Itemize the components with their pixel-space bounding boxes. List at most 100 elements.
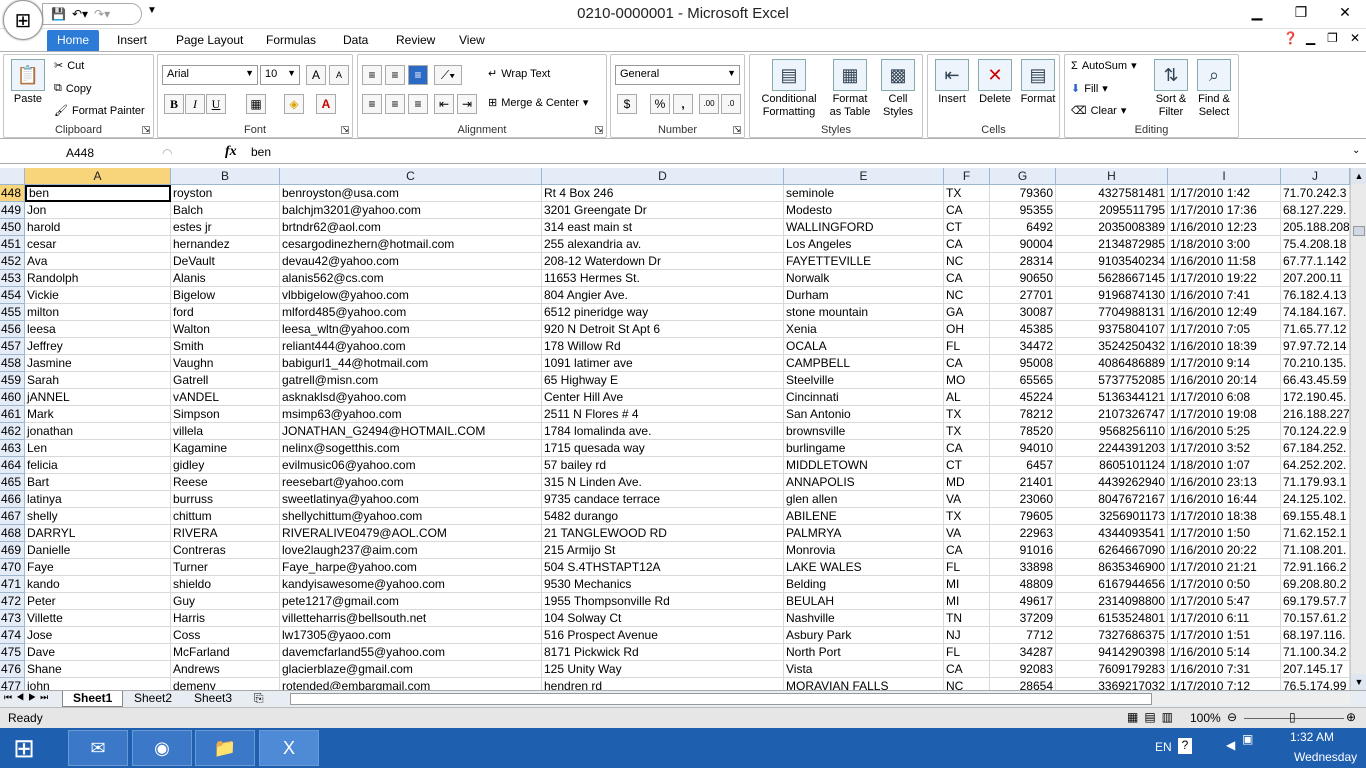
- cell[interactable]: Ava: [25, 253, 171, 270]
- column-header-h[interactable]: H: [1056, 168, 1168, 185]
- cell[interactable]: CA: [944, 355, 990, 372]
- shrink-font-button[interactable]: A: [329, 65, 349, 85]
- cell[interactable]: Peter: [25, 593, 171, 610]
- cell[interactable]: San Antonio: [784, 406, 944, 423]
- cell[interactable]: 45385: [990, 321, 1056, 338]
- tab-home[interactable]: Home: [47, 30, 100, 51]
- cell[interactable]: MI: [944, 576, 990, 593]
- cell[interactable]: 70.157.61.2: [1281, 610, 1350, 627]
- cell[interactable]: 21 TANGLEWOOD RD: [542, 525, 784, 542]
- taskbar-app-mail-icon[interactable]: ✉: [68, 730, 128, 766]
- cell[interactable]: glacierblaze@gmail.com: [280, 661, 542, 678]
- cell[interactable]: CT: [944, 457, 990, 474]
- paste-button[interactable]: 📋 Paste: [8, 59, 48, 106]
- cell[interactable]: Asbury Park: [784, 627, 944, 644]
- row-header[interactable]: 454: [0, 287, 25, 304]
- cell[interactable]: 3524250432: [1056, 338, 1168, 355]
- cell[interactable]: 208-12 Waterdown Dr: [542, 253, 784, 270]
- cell[interactable]: ANNAPOLIS: [784, 474, 944, 491]
- insert-sheet-icon[interactable]: ⎘: [254, 691, 264, 706]
- restore-button[interactable]: ❐: [1290, 4, 1312, 21]
- column-header-j[interactable]: J: [1281, 168, 1350, 185]
- cell[interactable]: 172.190.45.: [1281, 389, 1350, 406]
- row-header[interactable]: 473: [0, 610, 25, 627]
- formula-input[interactable]: ben: [251, 145, 271, 159]
- row-header[interactable]: 464: [0, 457, 25, 474]
- cell[interactable]: 1/16/2010 11:58: [1168, 253, 1281, 270]
- cell[interactable]: 1/18/2010 1:07: [1168, 457, 1281, 474]
- cell[interactable]: 2314098800: [1056, 593, 1168, 610]
- increase-indent-button[interactable]: ⇥: [457, 94, 477, 114]
- cell[interactable]: Center Hill Ave: [542, 389, 784, 406]
- cell[interactable]: 7609179283: [1056, 661, 1168, 678]
- row-header[interactable]: 465: [0, 474, 25, 491]
- cell[interactable]: 1/16/2010 5:25: [1168, 423, 1281, 440]
- cell[interactable]: LAKE WALES: [784, 559, 944, 576]
- cell[interactable]: 3201 Greengate Dr: [542, 202, 784, 219]
- cell[interactable]: Randolph: [25, 270, 171, 287]
- cell[interactable]: 1/17/2010 19:08: [1168, 406, 1281, 423]
- cell[interactable]: RIVERA: [171, 525, 280, 542]
- format-painter-button[interactable]: 🖌 Format Painter: [54, 104, 145, 118]
- decrease-indent-button[interactable]: ⇤: [434, 94, 454, 114]
- cell[interactable]: 4344093541: [1056, 525, 1168, 542]
- cell[interactable]: MO: [944, 372, 990, 389]
- taskbar-explorer-icon[interactable]: 📁: [195, 730, 255, 766]
- cell[interactable]: PALMRYA: [784, 525, 944, 542]
- underline-button[interactable]: U: [206, 94, 226, 114]
- cell[interactable]: 6153524801: [1056, 610, 1168, 627]
- cell[interactable]: TX: [944, 423, 990, 440]
- cell[interactable]: shieldo: [171, 576, 280, 593]
- cell[interactable]: 1/17/2010 1:42: [1168, 185, 1281, 202]
- cell[interactable]: 1/16/2010 20:14: [1168, 372, 1281, 389]
- cell[interactable]: 178 Willow Rd: [542, 338, 784, 355]
- sheet-tab-2[interactable]: Sheet2: [124, 691, 182, 707]
- cell[interactable]: 1/17/2010 6:11: [1168, 610, 1281, 627]
- cell[interactable]: milton: [25, 304, 171, 321]
- cell[interactable]: 34287: [990, 644, 1056, 661]
- cell[interactable]: 1/16/2010 16:44: [1168, 491, 1281, 508]
- row-header[interactable]: 459: [0, 372, 25, 389]
- row-header[interactable]: 452: [0, 253, 25, 270]
- row-header[interactable]: 468: [0, 525, 25, 542]
- row-header[interactable]: 474: [0, 627, 25, 644]
- cell[interactable]: Norwalk: [784, 270, 944, 287]
- cell[interactable]: 4086486889: [1056, 355, 1168, 372]
- close-button[interactable]: ✕: [1334, 4, 1356, 21]
- align-center-button[interactable]: ≡: [385, 94, 405, 114]
- cell[interactable]: NJ: [944, 627, 990, 644]
- cell[interactable]: 6457: [990, 457, 1056, 474]
- orientation-button[interactable]: ⟋▾: [434, 65, 462, 85]
- cell[interactable]: hendren rd: [542, 678, 784, 690]
- cell[interactable]: 7712: [990, 627, 1056, 644]
- cell[interactable]: Vista: [784, 661, 944, 678]
- cell[interactable]: FL: [944, 644, 990, 661]
- cell[interactable]: North Port: [784, 644, 944, 661]
- cell[interactable]: mlford485@yahoo.com: [280, 304, 542, 321]
- insert-function-icon[interactable]: fx: [225, 144, 237, 160]
- number-format-dropdown[interactable]: General ▼: [615, 65, 740, 85]
- font-name-dropdown[interactable]: Arial ▼: [162, 65, 258, 85]
- cell[interactable]: villetteharris@bellsouth.net: [280, 610, 542, 627]
- cell[interactable]: 79360: [990, 185, 1056, 202]
- zoom-out-icon[interactable]: ⊖: [1227, 710, 1237, 724]
- cell[interactable]: 8171 Pickwick Rd: [542, 644, 784, 661]
- row-header[interactable]: 451: [0, 236, 25, 253]
- cell[interactable]: 5737752085: [1056, 372, 1168, 389]
- cell[interactable]: 70.124.22.9: [1281, 423, 1350, 440]
- cell[interactable]: 1/17/2010 18:38: [1168, 508, 1281, 525]
- cell[interactable]: FL: [944, 559, 990, 576]
- scroll-up-icon[interactable]: ▲: [1351, 168, 1366, 184]
- vertical-scroll-thumb[interactable]: [1353, 226, 1365, 236]
- cell[interactable]: Guy: [171, 593, 280, 610]
- tab-review[interactable]: Review: [386, 30, 445, 51]
- cell[interactable]: CA: [944, 542, 990, 559]
- cell[interactable]: 3369217032: [1056, 678, 1168, 690]
- cell[interactable]: lw17305@yaoo.com: [280, 627, 542, 644]
- cell[interactable]: 11653 Hermes St.: [542, 270, 784, 287]
- cell[interactable]: 1/17/2010 5:47: [1168, 593, 1281, 610]
- cell[interactable]: 207.200.11: [1281, 270, 1350, 287]
- zoom-slider-thumb[interactable]: ▯: [1289, 710, 1296, 724]
- cell[interactable]: seminole: [784, 185, 944, 202]
- cell[interactable]: 5628667145: [1056, 270, 1168, 287]
